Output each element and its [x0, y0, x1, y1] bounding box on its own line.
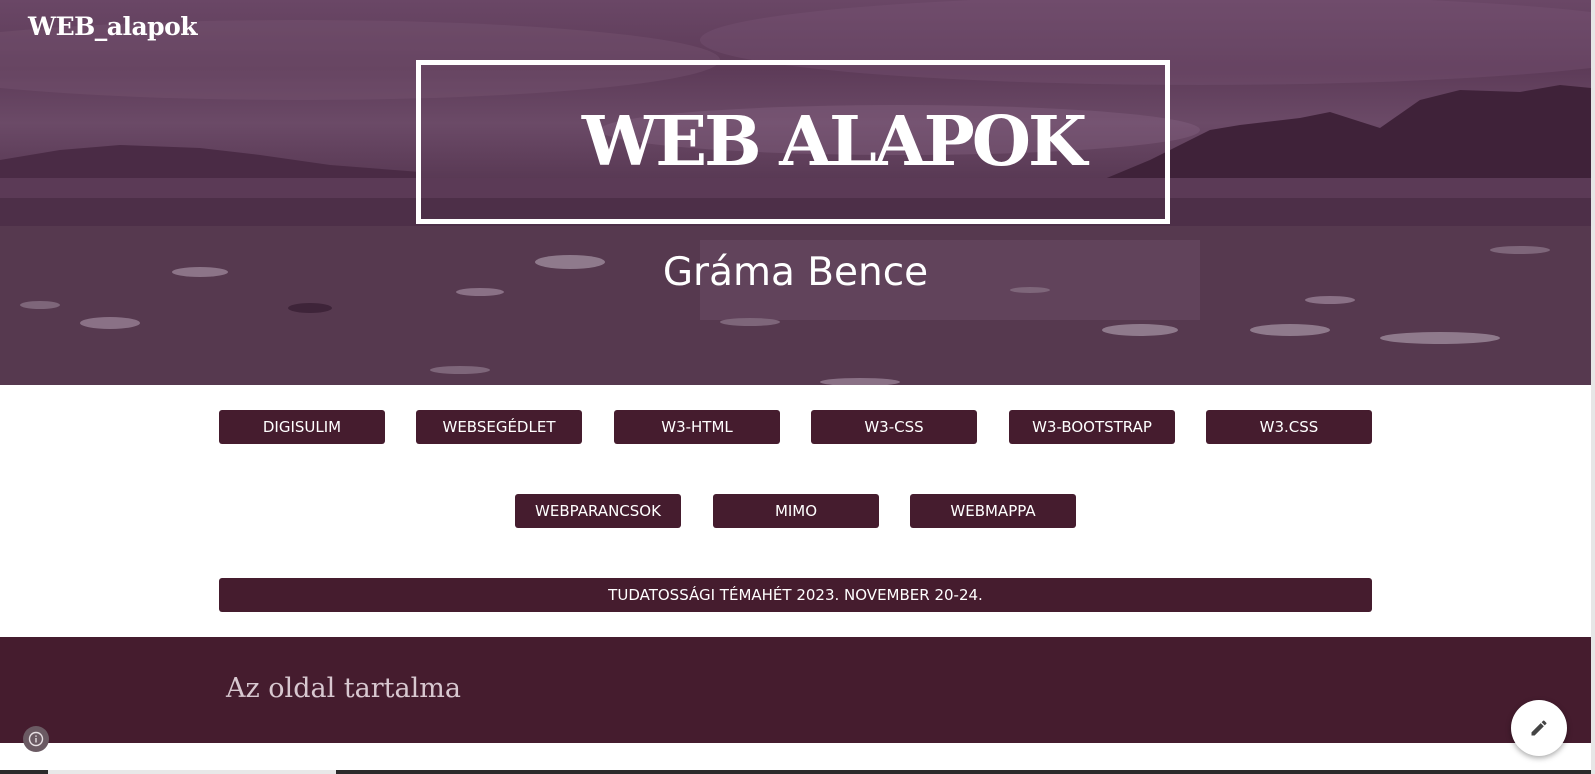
- hero-heading: WEB ALAPOK: [581, 102, 1087, 182]
- theme-week-button[interactable]: TUDATOSSÁGI TÉMAHÉT 2023. NOVEMBER 20-24…: [219, 578, 1372, 612]
- info-button[interactable]: [23, 726, 49, 752]
- bottom-strip: [0, 770, 1591, 774]
- nav-button-websegedlet[interactable]: WEBSEGÉDLET: [416, 410, 582, 444]
- site-title[interactable]: WEB_alapok: [28, 12, 198, 41]
- nav-button-w3-bootstrap[interactable]: W3-BOOTSTRAP: [1009, 410, 1175, 444]
- nav-button-webmappa[interactable]: WEBMAPPA: [910, 494, 1076, 528]
- edit-button[interactable]: [1511, 700, 1567, 756]
- scrollbar[interactable]: [1591, 0, 1595, 774]
- hero-subtitle: Gráma Bence: [662, 250, 929, 295]
- hero-title-box: WEB ALAPOK: [416, 60, 1170, 224]
- nav-button-digisulim[interactable]: DIGISULIM: [219, 410, 385, 444]
- section-heading: Az oldal tartalma: [226, 673, 461, 704]
- pencil-icon: [1531, 720, 1547, 736]
- nav-button-mimo[interactable]: MIMO: [713, 494, 879, 528]
- nav-button-w3-css[interactable]: W3-CSS: [811, 410, 977, 444]
- info-icon: [28, 731, 44, 747]
- nav-button-webparancsok[interactable]: WEBPARANCSOK: [515, 494, 681, 528]
- bottom-strip-segment: [48, 770, 336, 774]
- nav-button-w3css[interactable]: W3.CSS: [1206, 410, 1372, 444]
- content-section: Az oldal tartalma: [0, 637, 1591, 743]
- nav-button-w3-html[interactable]: W3-HTML: [614, 410, 780, 444]
- hero-banner: WEB_alapok WEB ALAPOK Gráma Bence: [0, 0, 1591, 385]
